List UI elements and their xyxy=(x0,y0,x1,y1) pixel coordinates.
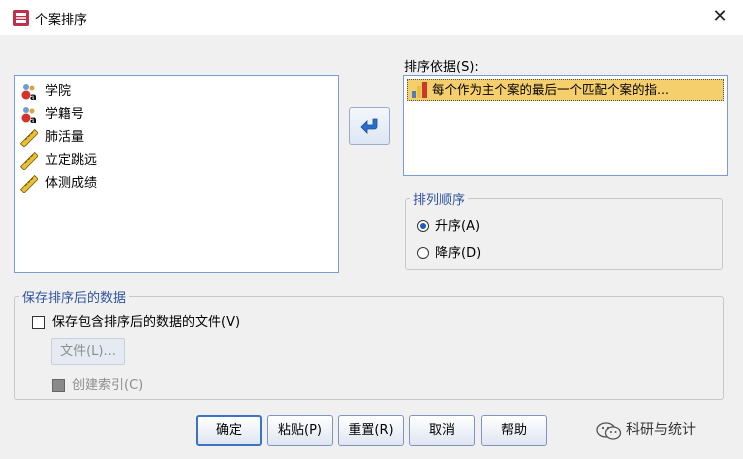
svg-text:a: a xyxy=(30,92,37,101)
source-variable-list[interactable]: a 学院 a 学籍号 肺活量 立定跳远 体测成绩 xyxy=(14,75,339,273)
title-bar: 个案排序 ✕ xyxy=(0,0,743,35)
scale-ruler-icon xyxy=(20,129,38,147)
scale-ruler-icon xyxy=(20,152,38,170)
close-button[interactable]: ✕ xyxy=(706,4,734,30)
nominal-string-icon: a xyxy=(21,84,37,101)
checkbox-disabled-icon xyxy=(52,379,65,392)
svg-text:a: a xyxy=(30,115,37,124)
list-item[interactable]: 立定跳远 xyxy=(15,149,338,172)
sort-order-legend: 排列顺序 xyxy=(413,193,466,208)
variable-label: 肺活量 xyxy=(45,130,85,145)
descending-label: 降序(D) xyxy=(435,246,482,261)
wechat-icon xyxy=(596,422,622,440)
create-index-label: 创建索引(C) xyxy=(72,378,144,393)
radio-selected-icon xyxy=(417,220,429,232)
cancel-button[interactable]: 取消 xyxy=(409,415,475,446)
sort-variable-label: 每个作为主个案的最后一个匹配个案的指... xyxy=(432,82,669,97)
file-button[interactable]: 文件(L)... xyxy=(51,338,125,365)
sort-by-label: 排序依据(S): xyxy=(404,60,479,75)
indicator-bar-icon xyxy=(412,82,427,98)
paste-button[interactable]: 粘贴(P) xyxy=(267,415,333,446)
sort-by-list[interactable]: 每个作为主个案的最后一个匹配个案的指... xyxy=(403,75,728,176)
save-group-legend: 保存排序后的数据 xyxy=(22,291,127,306)
reset-button[interactable]: 重置(R) xyxy=(338,415,404,446)
scale-ruler-icon xyxy=(20,175,38,193)
variable-label: 立定跳远 xyxy=(45,153,98,168)
watermark-text: 科研与统计 xyxy=(626,422,696,438)
radio-unselected-icon xyxy=(417,247,429,259)
variable-label: 学籍号 xyxy=(45,107,85,122)
list-item[interactable]: a 学籍号 xyxy=(15,103,338,126)
list-item[interactable]: 体测成绩 xyxy=(15,172,338,195)
save-file-label: 保存包含排序后的数据的文件(V) xyxy=(52,315,241,330)
ok-button[interactable]: 确定 xyxy=(196,415,262,446)
nominal-string-icon: a xyxy=(21,107,37,124)
ascending-label: 升序(A) xyxy=(435,219,481,234)
list-item[interactable]: 肺活量 xyxy=(15,126,338,149)
move-variable-button[interactable] xyxy=(349,107,390,145)
checkbox-icon xyxy=(32,316,45,329)
help-button[interactable]: 帮助 xyxy=(481,415,547,446)
variable-label: 学院 xyxy=(45,84,72,99)
variable-label: 体测成绩 xyxy=(45,176,98,191)
spss-app-icon xyxy=(13,10,29,26)
arrow-left-icon xyxy=(360,118,378,134)
list-item[interactable]: 每个作为主个案的最后一个匹配个案的指... xyxy=(407,79,724,101)
list-item[interactable]: a 学院 xyxy=(15,80,338,103)
window-title: 个案排序 xyxy=(35,13,88,28)
